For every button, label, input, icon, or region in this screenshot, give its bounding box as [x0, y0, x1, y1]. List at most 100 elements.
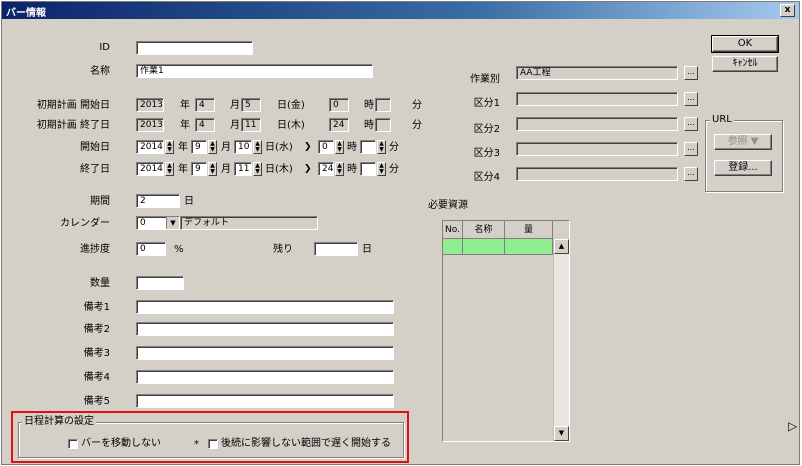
ok-button[interactable]: OK: [711, 35, 779, 53]
note-label: 備考5: [83, 396, 110, 407]
scroll-up-arrow-icon[interactable]: ▲: [554, 239, 569, 254]
resources-scrollbar[interactable]: ▲ ▼: [553, 239, 569, 441]
note-label: 備考1: [83, 302, 110, 313]
category-label: 区分3: [473, 148, 500, 159]
name-label: 名称: [90, 66, 110, 77]
end-minute-spinner[interactable]: ▲ ▼: [377, 162, 386, 176]
category-browse-button[interactable]: ...: [684, 117, 698, 131]
progress-unit: %: [174, 244, 184, 255]
duration-field[interactable]: 2: [136, 194, 180, 208]
resources-label: 必要資源: [428, 200, 468, 211]
start-dow-chevron-down-icon[interactable]: ❯: [304, 141, 312, 153]
plan-start-year-unit: 年: [180, 100, 190, 111]
remaining-label: 残り: [273, 244, 293, 255]
plan-start-dow: 日(金): [277, 100, 305, 111]
work-type-browse-button[interactable]: ...: [684, 66, 698, 80]
id-label: ID: [99, 42, 110, 53]
start-year-spinner[interactable]: ▲ ▼: [165, 140, 174, 154]
end-hour-spinner[interactable]: ▲ ▼: [335, 162, 344, 176]
end-dow-chevron-down-icon[interactable]: ❯: [304, 163, 312, 175]
category-browse-button[interactable]: ...: [684, 92, 698, 106]
end-minute[interactable]: [360, 162, 376, 176]
start-label: 開始日: [80, 142, 110, 153]
start-minute-spinner[interactable]: ▲ ▼: [377, 140, 386, 154]
end-month-spinner[interactable]: ▲ ▼: [208, 162, 217, 176]
chevron-down-icon[interactable]: ▼: [166, 217, 179, 229]
end-hour[interactable]: 24: [318, 162, 334, 176]
end-day[interactable]: 11: [234, 162, 252, 176]
resources-header-qty[interactable]: 量: [505, 221, 553, 239]
mouse-cursor-icon: ▷: [788, 419, 798, 433]
category-field: [516, 92, 678, 106]
progress-field[interactable]: 0: [136, 242, 166, 256]
resources-grid[interactable]: No. 名称 量 ▲ ▼: [442, 220, 570, 442]
resources-row-cell[interactable]: [463, 239, 505, 255]
start-minute[interactable]: [360, 140, 376, 154]
start-month-unit: 月: [221, 142, 231, 153]
duration-label: 期間: [90, 196, 110, 207]
remaining-field[interactable]: [314, 242, 358, 256]
start-year-unit: 年: [178, 142, 188, 153]
plan-start-day: 5: [241, 98, 261, 112]
note-field[interactable]: [136, 300, 394, 314]
note-field[interactable]: [136, 346, 394, 360]
plan-end-min-unit: 分: [412, 120, 422, 131]
note-field[interactable]: [136, 322, 394, 336]
remaining-unit: 日: [362, 244, 372, 255]
note-label: 備考4: [83, 372, 110, 383]
category-label: 区分1: [473, 98, 500, 109]
start-year[interactable]: 2014: [136, 140, 164, 154]
register-button[interactable]: 登録...: [714, 160, 772, 176]
resources-header-name[interactable]: 名称: [463, 221, 505, 239]
resources-row-cell[interactable]: [505, 239, 553, 255]
calendar-select[interactable]: 0 ▼: [136, 216, 180, 230]
start-hour[interactable]: 0: [318, 140, 334, 154]
end-month[interactable]: 9: [191, 162, 207, 176]
category-label: 区分4: [473, 172, 500, 183]
plan-start-hour: 0: [329, 98, 349, 112]
resources-row-cell[interactable]: [443, 239, 463, 255]
start-day[interactable]: 10: [234, 140, 252, 154]
plan-end-month-unit: 月: [230, 120, 240, 131]
cancel-button[interactable]: ｷｬﾝｾﾙ: [712, 56, 778, 72]
end-year[interactable]: 2014: [136, 162, 164, 176]
close-button[interactable]: x: [780, 4, 795, 17]
start-month-spinner[interactable]: ▲ ▼: [208, 140, 217, 154]
start-dow: 日(水): [265, 142, 293, 153]
end-min-unit: 分: [389, 164, 399, 175]
plan-end-hour: 24: [329, 118, 349, 132]
resources-header-no[interactable]: No.: [443, 221, 463, 239]
category-browse-button[interactable]: ...: [684, 142, 698, 156]
end-hour-unit: 時: [347, 164, 357, 175]
plan-end-hour-unit: 時: [364, 120, 374, 131]
plan-start-month-unit: 月: [230, 100, 240, 111]
end-dow: 日(木): [265, 164, 293, 175]
scroll-down-arrow-icon[interactable]: ▼: [554, 426, 569, 441]
work-type-field: AA工程: [516, 66, 678, 80]
note-field[interactable]: [136, 394, 394, 408]
end-year-unit: 年: [178, 164, 188, 175]
name-field[interactable]: 作業1: [136, 64, 373, 78]
note-field[interactable]: [136, 370, 394, 384]
category-browse-button[interactable]: ...: [684, 167, 698, 181]
plan-start-min-unit: 分: [412, 100, 422, 111]
start-hour-spinner[interactable]: ▲ ▼: [335, 140, 344, 154]
start-month[interactable]: 9: [191, 140, 207, 154]
url-group: [705, 120, 783, 192]
plan-start-minute: [375, 98, 391, 112]
end-day-spinner[interactable]: ▲ ▼: [253, 162, 262, 176]
start-min-unit: 分: [389, 142, 399, 153]
quantity-field[interactable]: [136, 276, 184, 290]
start-day-spinner[interactable]: ▲ ▼: [253, 140, 262, 154]
calendar-label: カレンダー: [60, 218, 110, 229]
plan-end-year-unit: 年: [180, 120, 190, 131]
title-bar[interactable]: バー情報 x: [2, 2, 799, 19]
progress-label: 進捗度: [80, 244, 110, 255]
id-field[interactable]: [136, 41, 253, 55]
plan-end-day: 11: [241, 118, 261, 132]
window-title: バー情報: [6, 8, 46, 19]
reference-button[interactable]: 参照 ▼: [714, 134, 772, 150]
end-year-spinner[interactable]: ▲ ▼: [165, 162, 174, 176]
highlight-annotation-box: [11, 411, 409, 463]
category-field: [516, 167, 678, 181]
